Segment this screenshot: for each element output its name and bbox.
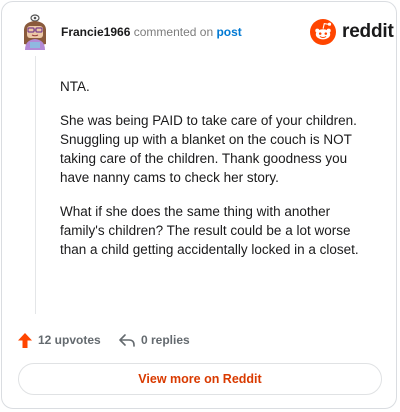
action-text: commented on: [133, 25, 214, 39]
author-username[interactable]: Francie1966: [61, 25, 130, 39]
post-link[interactable]: post: [216, 25, 241, 39]
thread-line: [35, 56, 36, 314]
avatar-icon: [23, 14, 47, 50]
reddit-logo[interactable]: reddit: [310, 19, 394, 45]
reddit-wordmark: reddit: [342, 21, 394, 42]
comment-paragraph: What if she does the same thing with ano…: [60, 204, 359, 257]
reply-arrow-icon: [119, 334, 135, 347]
comment-footer: 12 upvotes 0 replies: [17, 330, 377, 350]
reddit-alien-icon: [310, 19, 336, 45]
reply-count[interactable]: 0 replies: [118, 330, 190, 350]
replies-label: 0 replies: [141, 333, 190, 347]
user-avatar[interactable]: [19, 14, 51, 50]
view-more-button[interactable]: View more on Reddit: [18, 363, 382, 395]
comment-paragraph: She was being PAID to take care of your …: [60, 113, 357, 185]
comment-byline: Francie1966 commented on post: [61, 25, 242, 39]
comment-body: NTA. She was being PAID to take care of …: [60, 77, 378, 274]
upvote-arrow-icon: [18, 332, 32, 348]
upvote-count[interactable]: 12 upvotes: [17, 330, 101, 350]
comment-paragraph: NTA.: [60, 79, 90, 94]
upvotes-label: 12 upvotes: [38, 333, 101, 347]
comment-header: Francie1966 commented on post reddit: [19, 14, 394, 50]
